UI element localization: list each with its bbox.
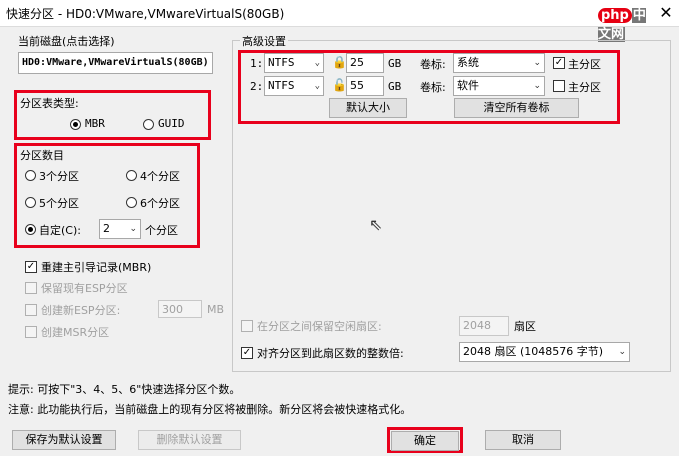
row2-vol-value: 软件 — [457, 79, 479, 92]
row2-primary-checkbox[interactable] — [553, 80, 565, 92]
reserve-unit: 扇区 — [514, 320, 536, 333]
row2-fs-select[interactable]: NTFS ⌄ — [264, 76, 324, 96]
align-checkbox[interactable]: ✓ — [241, 347, 253, 359]
row2-primary-label: 主分区 — [568, 81, 601, 94]
reserve-checkbox[interactable] — [241, 320, 253, 332]
rebuild-mbr-checkbox[interactable]: ✓ — [25, 261, 37, 273]
window-title: 快速分区 - HD0:VMware,VMwareVirtualS(80GB) — [6, 7, 285, 21]
row1-primary-checkbox[interactable]: ✓ — [553, 57, 565, 69]
save-default-button[interactable]: 保存为默认设置 — [12, 430, 116, 450]
mbr-label: MBR — [85, 117, 105, 130]
create-msr-checkbox[interactable] — [25, 326, 37, 338]
row2-fs-value: NTFS — [268, 79, 295, 92]
align-select[interactable]: 2048 扇区 (1048576 字节) ⌄ — [459, 342, 630, 362]
row1-vol-value: 系统 — [457, 56, 479, 69]
row1-vol-select[interactable]: 系统 ⌄ — [453, 53, 545, 73]
create-esp-label: 创建新ESP分区: — [41, 304, 121, 317]
radio-custom[interactable] — [25, 224, 36, 235]
row2-index: 2: — [250, 80, 264, 93]
tip-text: 提示: 可按下"3、4、5、6"快速选择分区个数。 — [8, 383, 241, 396]
custom-unit: 个分区 — [145, 224, 178, 237]
create-esp-checkbox[interactable] — [25, 304, 37, 316]
guid-radio[interactable] — [143, 119, 154, 130]
align-label: 对齐分区到此扇区数的整数倍: — [257, 347, 404, 360]
count-label: 分区数目 — [20, 149, 64, 162]
table-type-label: 分区表类型: — [20, 97, 79, 110]
cancel-button[interactable]: 取消 — [485, 430, 561, 450]
mbr-radio[interactable] — [70, 119, 81, 130]
row1-vol-label: 卷标: — [420, 58, 446, 71]
keep-esp-label: 保留现有ESP分区 — [41, 282, 128, 295]
radio-4[interactable] — [126, 170, 137, 181]
row2-vol-select[interactable]: 软件 ⌄ — [453, 76, 545, 96]
row1-primary-label: 主分区 — [568, 58, 601, 71]
unlock-icon[interactable]: 🔓 — [332, 78, 347, 92]
radio-3-label: 3个分区 — [39, 170, 79, 183]
clear-labels-button[interactable]: 清空所有卷标 — [454, 98, 579, 118]
radio-4-label: 4个分区 — [140, 170, 180, 183]
custom-count-value: 2 — [103, 222, 110, 235]
note-text: 注意: 此功能执行后，当前磁盘上的现有分区将被删除。新分区将会被快速格式化。 — [8, 403, 412, 416]
mouse-cursor-icon: ⇖ — [369, 215, 383, 234]
radio-3[interactable] — [25, 170, 36, 181]
delete-default-button[interactable]: 删除默认设置 — [138, 430, 241, 450]
chevron-down-icon: ⌄ — [533, 81, 541, 91]
chevron-down-icon: ⌄ — [314, 81, 320, 91]
radio-6[interactable] — [126, 197, 137, 208]
disk-selector[interactable]: HD0:VMware,VMwareVirtualS(80GB) — [18, 52, 213, 74]
esp-size-input[interactable]: 300 — [158, 300, 202, 318]
keep-esp-checkbox[interactable] — [25, 282, 37, 294]
chevron-down-icon: ⌄ — [618, 347, 626, 357]
rebuild-mbr-label: 重建主引导记录(MBR) — [41, 261, 152, 274]
esp-unit: MB — [207, 303, 225, 316]
create-msr-label: 创建MSR分区 — [41, 326, 110, 339]
custom-label: 自定(C): — [39, 224, 81, 237]
chevron-down-icon: ⌄ — [314, 58, 320, 68]
row2-vol-label: 卷标: — [420, 81, 446, 94]
ok-button[interactable]: 确定 — [391, 431, 459, 451]
close-icon[interactable]: ✕ — [654, 1, 678, 25]
row2-unit: GB — [388, 80, 402, 93]
radio-6-label: 6个分区 — [140, 197, 180, 210]
custom-count-select[interactable]: 2 ⌄ — [99, 219, 141, 239]
radio-5[interactable] — [25, 197, 36, 208]
guid-label: GUID — [158, 117, 185, 130]
lock-icon[interactable]: 🔒 — [332, 55, 347, 69]
row2-size-input[interactable]: 55 — [346, 76, 384, 96]
align-value: 2048 扇区 (1048576 字节) — [463, 345, 604, 358]
advanced-group-label: 高级设置 — [240, 33, 288, 49]
reserve-input[interactable]: 2048 — [459, 316, 509, 336]
row1-index: 1: — [250, 57, 264, 70]
row1-size-input[interactable]: 25 — [346, 53, 384, 73]
disk-group-label: 当前磁盘(点击选择) — [18, 35, 115, 48]
row1-unit: GB — [388, 57, 402, 70]
chevron-down-icon: ⌄ — [129, 224, 137, 234]
row1-fs-select[interactable]: NTFS ⌄ — [264, 53, 324, 73]
chevron-down-icon: ⌄ — [533, 58, 541, 68]
reserve-label: 在分区之间保留空闲扇区: — [257, 320, 382, 333]
radio-5-label: 5个分区 — [39, 197, 79, 210]
default-size-button[interactable]: 默认大小 — [329, 98, 407, 118]
watermark-logo: php 中文网 — [598, 8, 646, 42]
row1-fs-value: NTFS — [268, 56, 295, 69]
